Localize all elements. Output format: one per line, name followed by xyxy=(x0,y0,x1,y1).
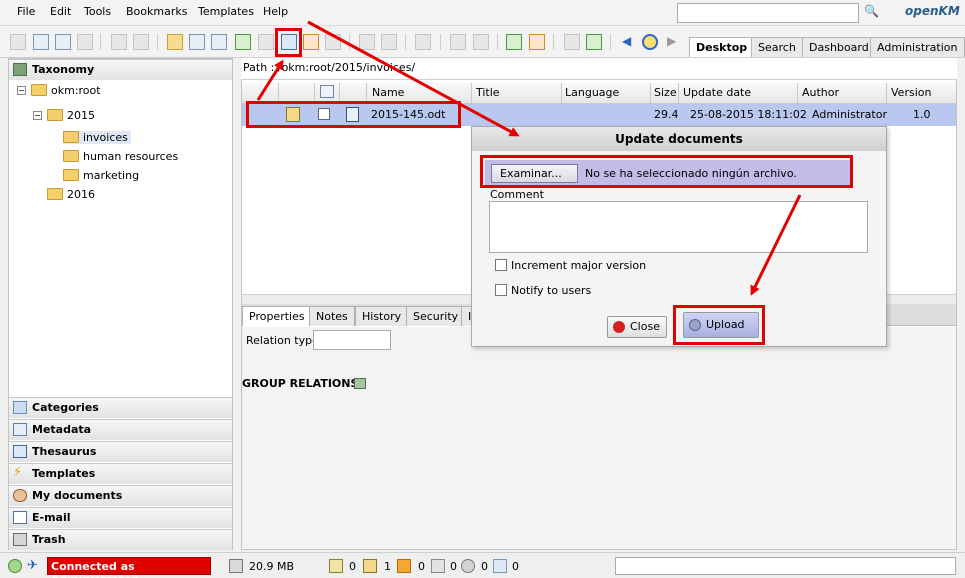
annotation-arrows xyxy=(256,20,802,296)
arrow-row-to-toolbar xyxy=(256,59,284,101)
arrow-selector-to-upload xyxy=(750,194,802,296)
arrow-toolbar-to-dialog xyxy=(307,20,520,137)
